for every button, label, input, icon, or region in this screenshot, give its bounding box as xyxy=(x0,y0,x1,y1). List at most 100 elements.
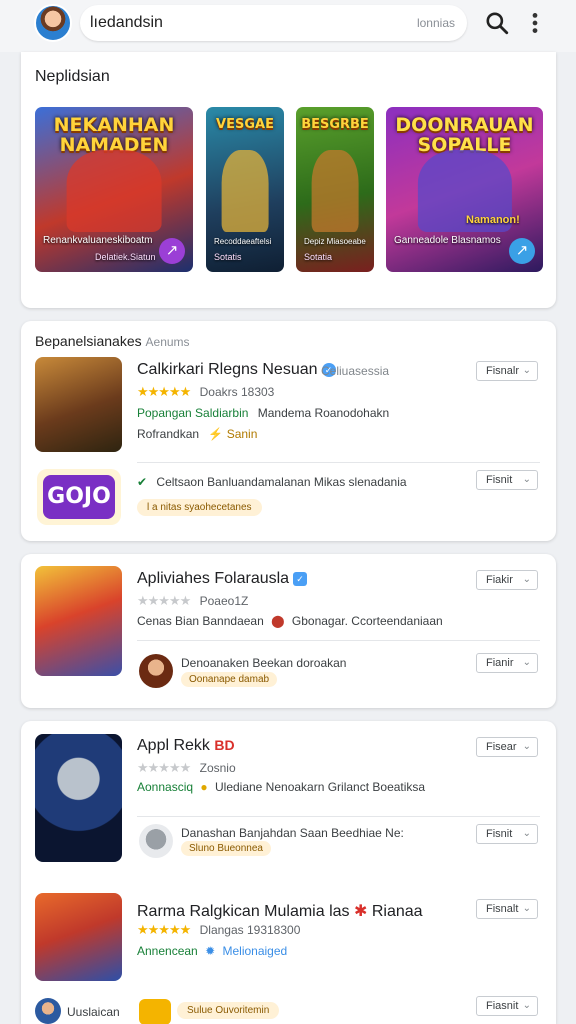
promo-tag: l a nitas syaohecetanes xyxy=(137,499,262,516)
sub-text: Celtsaon Banluandamalanan Mikas slenadan… xyxy=(156,475,407,489)
app-description: Annencean ✹ Melionaiged xyxy=(137,944,287,958)
promo-tag: Sulue Ouvoritemin xyxy=(177,1002,280,1019)
search-input[interactable]: lıedandsin xyxy=(90,14,163,32)
app-icon[interactable] xyxy=(35,357,122,452)
app-list-card-3: Appl Rekk BD ★★★★★ Zosnio Aonnasciq ● Ul… xyxy=(21,721,556,1024)
banner-subtitle: Recoddaeaftelsi xyxy=(214,237,272,246)
banner-subtitle-2: Delatiek.Siatun xyxy=(95,252,156,262)
search-bar[interactable]: lıedandsin lonnias xyxy=(80,5,467,41)
coin-icon: ● xyxy=(200,780,208,794)
install-button[interactable]: Fisnalr ⌄ xyxy=(476,361,538,381)
app-icon-small[interactable]: GOJO xyxy=(37,469,121,525)
sub-text: Denoanaken Beekan doroakan xyxy=(181,656,347,670)
install-button[interactable]: Fisear ⌄ xyxy=(476,737,538,757)
star-rating-icon: ★★★★★ xyxy=(137,760,191,775)
chevron-icon: ⌄ xyxy=(522,657,531,668)
install-label: Fisnalt xyxy=(486,903,519,915)
banner-subtitle: Depiz Miasoeabe xyxy=(304,237,366,246)
chevron-icon: ⌄ xyxy=(522,903,531,914)
app-name[interactable]: Rarma Ralgkican Mulamia las ✱ Rianaa xyxy=(137,901,423,921)
star-rating-icon: ★★★★★ xyxy=(137,384,191,399)
app-name-text: Calkirkari Rlegns Nesuan xyxy=(137,361,318,378)
hero-figure xyxy=(66,149,162,232)
category-label: Annencean xyxy=(137,944,198,958)
install-label: Fiakir xyxy=(486,574,513,586)
rating-count: Dlangas 19318300 xyxy=(199,923,301,937)
app-icon[interactable] xyxy=(35,893,122,981)
promo-icon xyxy=(139,999,171,1024)
featured-banner-1[interactable]: NEKANHAN NAMADEN Renankvaluaneskiboatm D… xyxy=(35,107,193,272)
developer-avatar[interactable] xyxy=(139,654,173,688)
description-text: Cenas Bian Banndaean xyxy=(137,614,264,628)
chevron-icon: ⌄ xyxy=(522,828,531,839)
app-name-text: Appl Rekk xyxy=(137,737,210,754)
more-vert-icon[interactable] xyxy=(522,10,548,36)
install-button[interactable]: Fisnit ⌄ xyxy=(476,470,538,490)
description-extra: Gbonagar. Ccorteendaniaan xyxy=(291,614,443,628)
app-description: Cenas Bian Banndaean ⬤ Gbonagar. Ccortee… xyxy=(137,614,443,628)
category-label: Popangan Saldiarbin xyxy=(137,406,249,420)
extra-value: Sanin xyxy=(226,427,258,441)
banner-subtitle-2: Sotatis xyxy=(214,252,242,262)
app-description: Popangan Saldiarbin Mandema Roanodohakn xyxy=(137,406,389,420)
play-icon[interactable]: ↗ xyxy=(159,238,185,264)
install-button[interactable]: Fiasnit ⌄ xyxy=(476,996,538,1016)
featured-banner-4[interactable]: DOONRAUAN SOPALLE Ganneadole Blasnamos N… xyxy=(386,107,543,272)
app-icon[interactable] xyxy=(35,566,122,676)
app-icon[interactable] xyxy=(35,734,122,862)
hero-figure xyxy=(221,149,269,232)
developer-avatar[interactable] xyxy=(35,998,61,1024)
extra-label: Rofrandkan xyxy=(137,427,200,441)
chevron-icon: ⌄ xyxy=(522,574,531,585)
app-name-text: Apliviahes Folarausla xyxy=(137,570,290,587)
app-name[interactable]: Calkirkari Rlegns Nesuan ✓ xyxy=(137,361,336,379)
app-name[interactable]: Appl Rekk BD xyxy=(137,737,235,755)
app-rating: ★★★★★ Dlangas 19318300 xyxy=(137,922,300,938)
divider xyxy=(137,640,540,641)
app-extra: Rofrandkan ⚡ Sanin xyxy=(137,427,257,441)
user-avatar[interactable] xyxy=(34,4,72,42)
share-icon[interactable]: ↗ xyxy=(509,238,535,264)
banner-title: BESGRBE xyxy=(301,117,369,132)
install-button[interactable]: Fisnit ⌄ xyxy=(476,824,538,844)
chevron-icon: ⌄ xyxy=(522,741,531,752)
star-badge-icon: ✱ xyxy=(353,903,368,920)
section-heading: Bepanelsianakes xyxy=(35,333,142,349)
banner-title: VESGAE xyxy=(216,117,274,132)
install-button[interactable]: Fianir ⌄ xyxy=(476,653,538,673)
rating-count: Zosnio xyxy=(199,761,236,775)
app-rating: ★★★★★ Zosnio xyxy=(137,760,236,776)
description-text: Ulediane Nenoakarn Grilanct Boeatiksa xyxy=(214,780,426,794)
hero-figure xyxy=(311,149,359,232)
top-app-bar: lıedandsin lonnias xyxy=(0,0,576,52)
developer-avatar[interactable] xyxy=(139,824,173,858)
featured-banner-3[interactable]: BESGRBE Depiz Miasoeabe Sotatia xyxy=(296,107,374,272)
promo-tag: Sluno Bueonnea xyxy=(181,841,271,856)
app-description: Aonnasciq ● Ulediane Nenoakarn Grilanct … xyxy=(137,780,425,794)
featured-card: Neplidsian NEKANHAN NAMADEN Renankvaluan… xyxy=(21,52,556,308)
install-label: Fianir xyxy=(486,657,514,669)
banner-subtitle-2: Namanon! xyxy=(466,214,520,226)
app-name[interactable]: Apliviahes Folarausla ✓ xyxy=(137,570,308,588)
install-button[interactable]: Fiakir ⌄ xyxy=(476,570,538,590)
app-logo-text: GOJO xyxy=(43,475,115,519)
bolt-icon: ⚡ xyxy=(208,427,224,441)
chevron-icon: ⌄ xyxy=(522,474,531,485)
section-subheading: Aenums xyxy=(145,335,190,349)
featured-banner-2[interactable]: VESGAE Recoddaeaftelsi Sotatis xyxy=(206,107,284,272)
install-label: Fisnit xyxy=(486,474,513,486)
category-label: Aonnasciq xyxy=(137,780,194,794)
rating-count: Doakrs 18303 xyxy=(199,385,275,399)
divider xyxy=(137,816,540,817)
search-icon[interactable] xyxy=(484,10,510,36)
chevron-icon: ⌄ xyxy=(522,365,531,376)
install-button[interactable]: Fisnalt ⌄ xyxy=(476,899,538,919)
section-title: Bepanelsianakes Aenums xyxy=(35,333,190,349)
developer-name: Uuslaican xyxy=(67,1005,120,1019)
rating-count: Poaeo1Z xyxy=(199,594,249,608)
pin-icon: ⬤ xyxy=(271,614,285,628)
install-label: Fisnit xyxy=(486,828,513,840)
banner-subtitle-2: Sotatia xyxy=(304,252,333,262)
verified-icon: ✓ xyxy=(293,572,308,586)
chevron-icon: ⌄ xyxy=(522,1000,531,1011)
